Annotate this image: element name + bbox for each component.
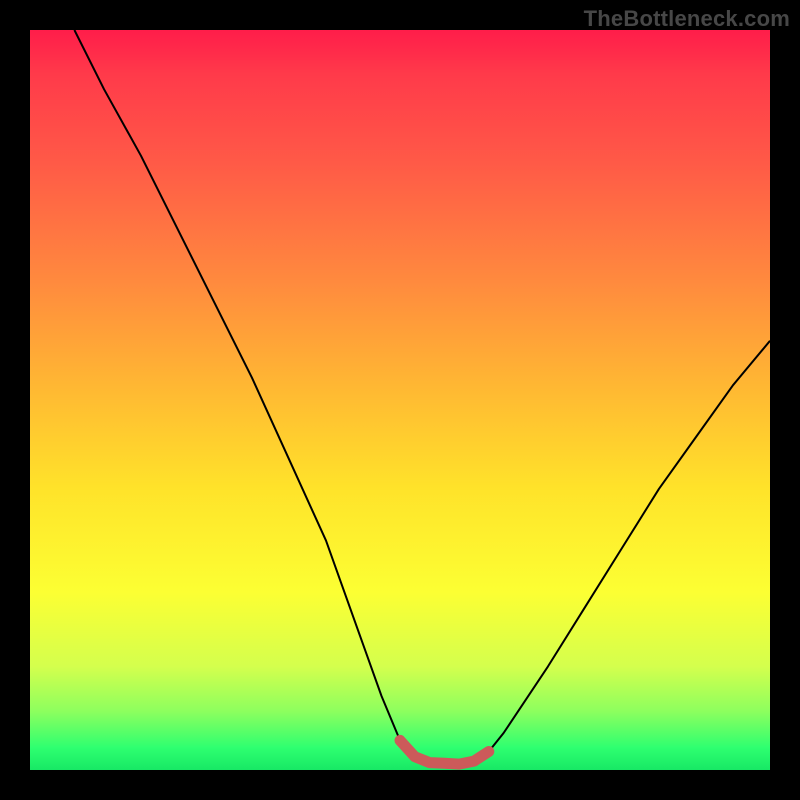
curve-svg — [30, 30, 770, 770]
watermark-text: TheBottleneck.com — [584, 6, 790, 32]
chart-frame: TheBottleneck.com — [0, 0, 800, 800]
optimal-range-marker — [400, 740, 489, 764]
bottleneck-curve — [74, 30, 770, 764]
plot-area — [30, 30, 770, 770]
